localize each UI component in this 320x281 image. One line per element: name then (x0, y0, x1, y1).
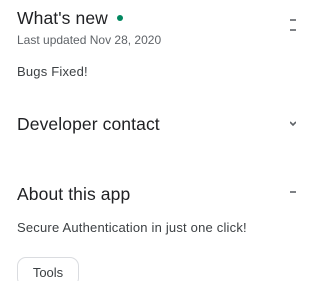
whats-new-title: What's new (17, 8, 108, 28)
arrow-right-icon[interactable] (290, 18, 296, 32)
developer-contact-heading[interactable]: Developer contact (17, 114, 160, 135)
category-chip-label: Tools (32, 264, 64, 280)
app-description: Secure Authentication in just one click! (17, 220, 247, 235)
new-indicator-dot (116, 15, 123, 21)
category-chip-tools[interactable]: Tools (17, 257, 79, 281)
arrow-right-icon[interactable] (290, 188, 296, 200)
about-app-heading[interactable]: About this app (17, 184, 130, 205)
whats-new-heading[interactable]: What's new (17, 8, 123, 29)
last-updated-date: Last updated Nov 28, 2020 (17, 33, 162, 47)
chevron-down-icon[interactable] (290, 118, 296, 130)
release-notes: Bugs Fixed! (17, 64, 88, 79)
app-details-page: What's new Last updated Nov 28, 2020 Bug… (0, 0, 296, 281)
